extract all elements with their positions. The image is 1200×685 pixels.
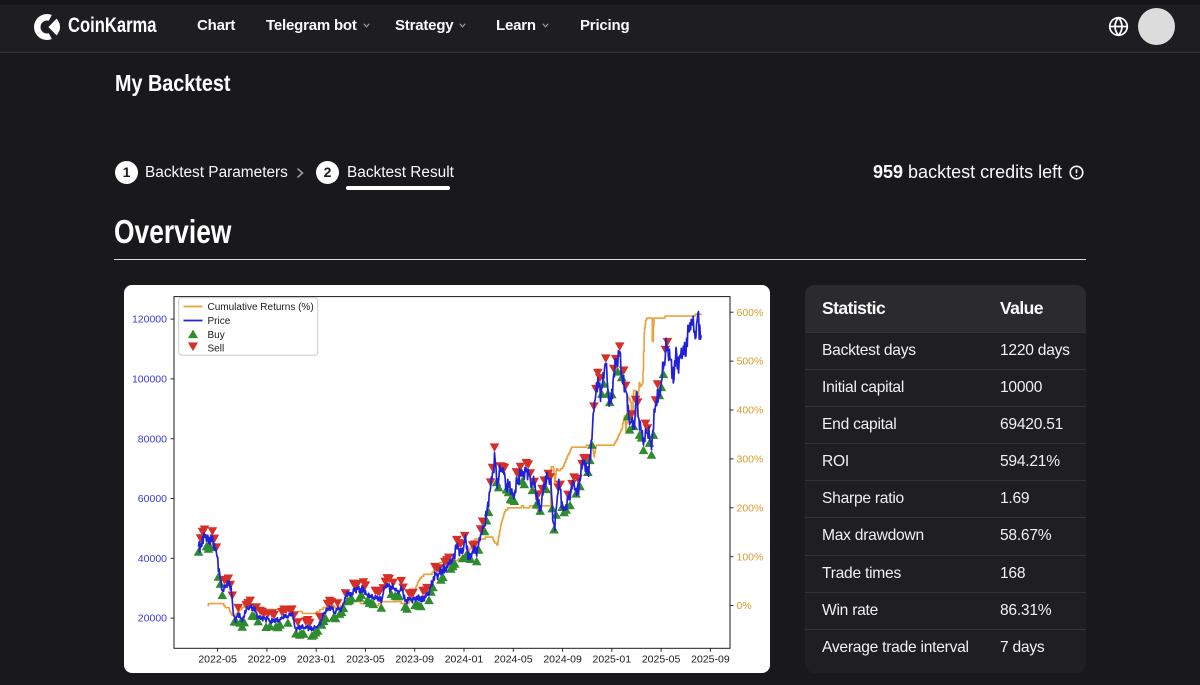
svg-text:2023-09: 2023-09 <box>395 654 434 666</box>
svg-text:500%: 500% <box>737 356 764 368</box>
svg-text:2022-09: 2022-09 <box>248 654 287 666</box>
svg-text:2023-05: 2023-05 <box>346 654 385 666</box>
svg-text:40000: 40000 <box>138 553 167 565</box>
svg-text:2025-05: 2025-05 <box>642 654 681 666</box>
svg-text:2025-01: 2025-01 <box>593 654 632 666</box>
svg-text:2024-05: 2024-05 <box>494 654 533 666</box>
svg-text:Price: Price <box>208 316 231 327</box>
svg-text:600%: 600% <box>737 307 764 319</box>
svg-text:200%: 200% <box>737 502 764 514</box>
svg-text:Cumulative Returns (%): Cumulative Returns (%) <box>208 302 314 313</box>
svg-text:Sell: Sell <box>208 344 225 355</box>
svg-text:120000: 120000 <box>132 314 167 326</box>
svg-text:2024-01: 2024-01 <box>445 654 484 666</box>
svg-text:400%: 400% <box>737 405 764 417</box>
svg-text:60000: 60000 <box>138 493 167 505</box>
svg-text:0%: 0% <box>737 600 752 612</box>
svg-text:Buy: Buy <box>208 330 225 341</box>
svg-text:2022-05: 2022-05 <box>198 654 237 666</box>
svg-text:2023-01: 2023-01 <box>297 654 336 666</box>
svg-text:2025-09: 2025-09 <box>691 654 730 666</box>
svg-text:80000: 80000 <box>138 433 167 445</box>
svg-text:2024-09: 2024-09 <box>543 654 582 666</box>
svg-text:20000: 20000 <box>138 613 167 625</box>
svg-text:100%: 100% <box>737 551 764 563</box>
svg-text:300%: 300% <box>737 454 764 466</box>
svg-text:100000: 100000 <box>132 374 167 386</box>
